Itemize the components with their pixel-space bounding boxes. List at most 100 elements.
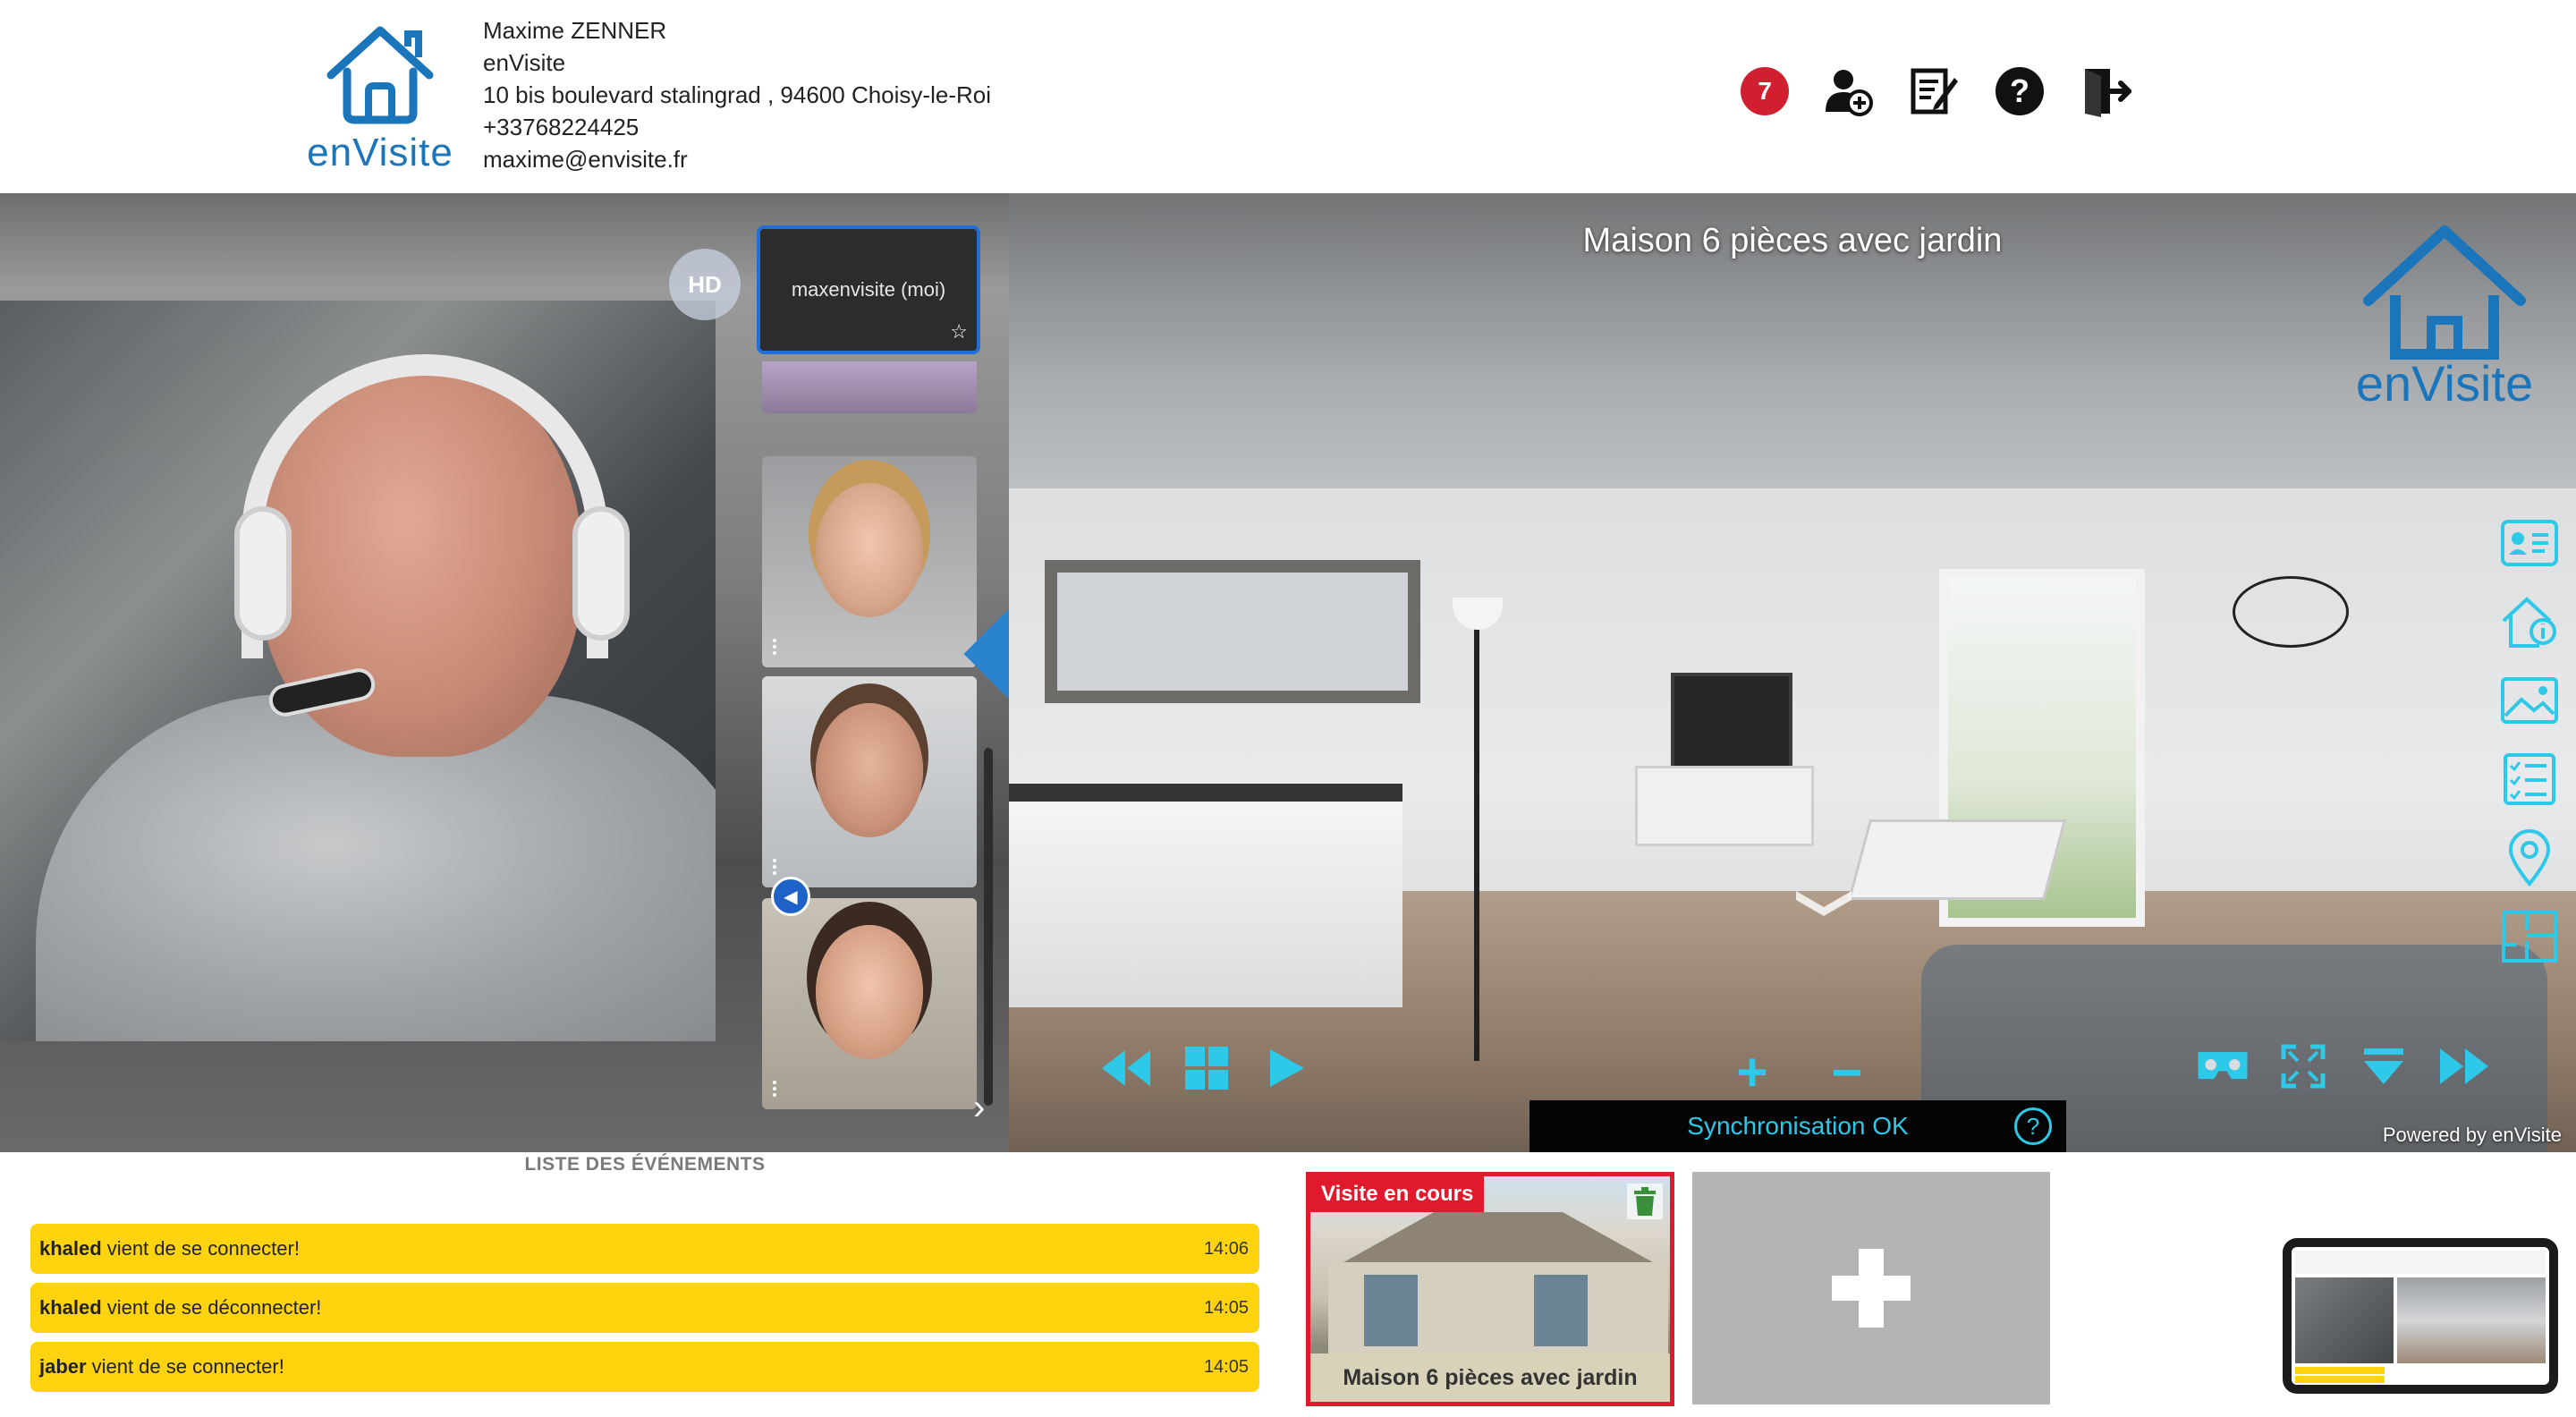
more-options-icon[interactable] [773, 859, 776, 875]
house-shutter [1534, 1275, 1588, 1346]
virtual-tour-viewer[interactable]: Maison 6 pièces avec jardin enVisite + −… [1009, 193, 2576, 1152]
play-icon[interactable] [1259, 1043, 1315, 1093]
headphone-right [572, 506, 630, 641]
agent-phone: +33768224425 [483, 114, 640, 140]
plus-icon [1832, 1249, 1911, 1328]
viewer-side-menu [2497, 515, 2562, 964]
main-video-feed[interactable] [0, 301, 716, 1041]
events-list: LISTE DES ÉVÉNEMENTS khaled vient de se … [30, 1154, 1259, 1392]
room-sideboard [1009, 784, 1402, 1007]
powered-by-label: Powered by enVisite [2382, 1124, 2562, 1146]
event-text: vient de se connecter! [91, 1355, 284, 1378]
participant-thumbnail-woman[interactable] [762, 456, 977, 667]
participant-face [816, 703, 923, 837]
self-thumbnail[interactable]: maxenvisite (moi) ☆ [757, 225, 980, 354]
vr-headset-icon[interactable] [2195, 1041, 2250, 1091]
viewer-logo-wordmark: enVisite [2355, 355, 2534, 412]
room-mirror [1045, 560, 1420, 703]
header-toolbar: 7 ? [1741, 63, 2132, 120]
agent-contact: Maxime ZENNER enVisite 10 bis boulevard … [483, 14, 991, 175]
fast-forward-icon[interactable] [2436, 1041, 2492, 1091]
help-icon[interactable]: ? [1993, 64, 2046, 118]
more-options-icon[interactable] [773, 1081, 776, 1097]
preview-video [2295, 1277, 2394, 1363]
collapse-down-icon[interactable] [2356, 1041, 2411, 1091]
house-shutter [1364, 1275, 1418, 1346]
house-logo-icon [2363, 225, 2526, 360]
house-info-icon[interactable] [2497, 594, 2562, 649]
room-wall-clock [2233, 576, 2349, 648]
sync-status-text: Synchronisation OK [1687, 1112, 1909, 1140]
participant-thumbnail-girl[interactable] [762, 898, 977, 1109]
event-user: khaled [39, 1296, 102, 1319]
grid-view-icon[interactable] [1179, 1043, 1234, 1093]
report-icon[interactable] [1907, 64, 1961, 118]
self-label: maxenvisite (moi) [791, 278, 946, 301]
room-coffee-table [1847, 819, 2067, 900]
event-time: 14:05 [1203, 1356, 1249, 1377]
gallery-icon[interactable] [2497, 673, 2562, 728]
participant-face [816, 483, 923, 617]
add-visit-button[interactable] [1692, 1172, 2050, 1404]
event-text: vient de se déconnecter! [106, 1296, 322, 1319]
headphone-left [234, 506, 292, 641]
checklist-icon[interactable] [2497, 751, 2562, 807]
preview-event-bar [2295, 1376, 2385, 1383]
visit-in-progress-tag: Visite en cours [1310, 1176, 1485, 1212]
event-time: 14:06 [1203, 1238, 1249, 1259]
device-preview-screen [2292, 1247, 2549, 1385]
participant-thumbnail-man[interactable] [762, 676, 977, 887]
event-text: vient de se connecter! [106, 1237, 300, 1260]
agent-company: enVisite [483, 49, 566, 76]
add-user-icon[interactable] [1821, 64, 1875, 118]
room-tv [1671, 673, 1792, 771]
video-call-panel: HD maxenvisite (moi) ☆ ◀ › [0, 193, 1009, 1152]
headphones [242, 354, 608, 658]
preview-header [2295, 1251, 2546, 1274]
preview-viewer [2397, 1277, 2546, 1363]
zoom-in-icon[interactable]: + [1724, 1042, 1780, 1102]
agent-name: Maxime ZENNER [483, 17, 667, 44]
floorplan-icon[interactable] [2497, 909, 2562, 964]
trash-icon[interactable] [1627, 1184, 1663, 1219]
event-user: jaber [39, 1355, 87, 1378]
app-header: enVisite Maxime ZENNER enVisite 10 bis b… [0, 0, 2576, 193]
agent-email: maxime@envisite.fr [483, 146, 688, 173]
more-options-icon[interactable] [773, 639, 776, 655]
agent-address: 10 bis boulevard stalingrad , 94600 Choi… [483, 81, 991, 108]
visit-title: Maison 6 pièces avec jardin [1310, 1353, 1670, 1402]
logo-wordmark: enVisite [307, 131, 453, 174]
participant-face [816, 925, 923, 1059]
location-pin-icon[interactable] [2497, 829, 2562, 887]
room-lamp [1474, 614, 1479, 1061]
star-icon[interactable]: ☆ [950, 320, 968, 344]
event-row: khaled vient de se déconnecter! 14:05 [30, 1283, 1259, 1333]
contact-card-icon[interactable] [2497, 515, 2562, 571]
sync-help-icon[interactable]: ? [2014, 1107, 2052, 1145]
house-roof [1337, 1212, 1659, 1266]
chevron-right-icon[interactable]: › [973, 1088, 985, 1128]
event-time: 14:05 [1203, 1297, 1249, 1318]
rewind-icon[interactable] [1098, 1043, 1154, 1093]
fullscreen-icon[interactable] [2275, 1041, 2331, 1091]
participant-thumbnail-partial[interactable] [762, 361, 977, 413]
move-forward-arrow-icon[interactable] [1792, 882, 1855, 918]
current-visit-card[interactable]: Visite en cours Maison 6 pièces avec jar… [1306, 1172, 1674, 1406]
event-user: khaled [39, 1237, 102, 1260]
notification-badge[interactable]: 7 [1741, 67, 1789, 115]
hd-quality-toggle[interactable]: HD [669, 249, 741, 320]
events-title: LISTE DES ÉVÉNEMENTS [524, 1154, 766, 1175]
view-mode-controls [2195, 1041, 2492, 1091]
logout-icon[interactable] [2079, 64, 2132, 118]
svg-text:?: ? [2010, 72, 2029, 109]
device-preview-thumbnail[interactable] [2283, 1238, 2558, 1394]
event-row: khaled vient de se connecter! 14:06 [30, 1224, 1259, 1274]
zoom-out-icon[interactable]: − [1819, 1042, 1875, 1102]
thumbnails-scrollbar[interactable] [984, 748, 993, 1106]
zoom-controls: + − [1724, 1042, 1875, 1102]
viewer-watermark-logo: enVisite [2333, 220, 2556, 412]
room-tv-stand [1635, 766, 1814, 846]
envisite-logo[interactable]: enVisite [304, 20, 453, 177]
tour-navigation-controls [1098, 1043, 1315, 1093]
megaphone-icon: ◀ [771, 877, 810, 916]
